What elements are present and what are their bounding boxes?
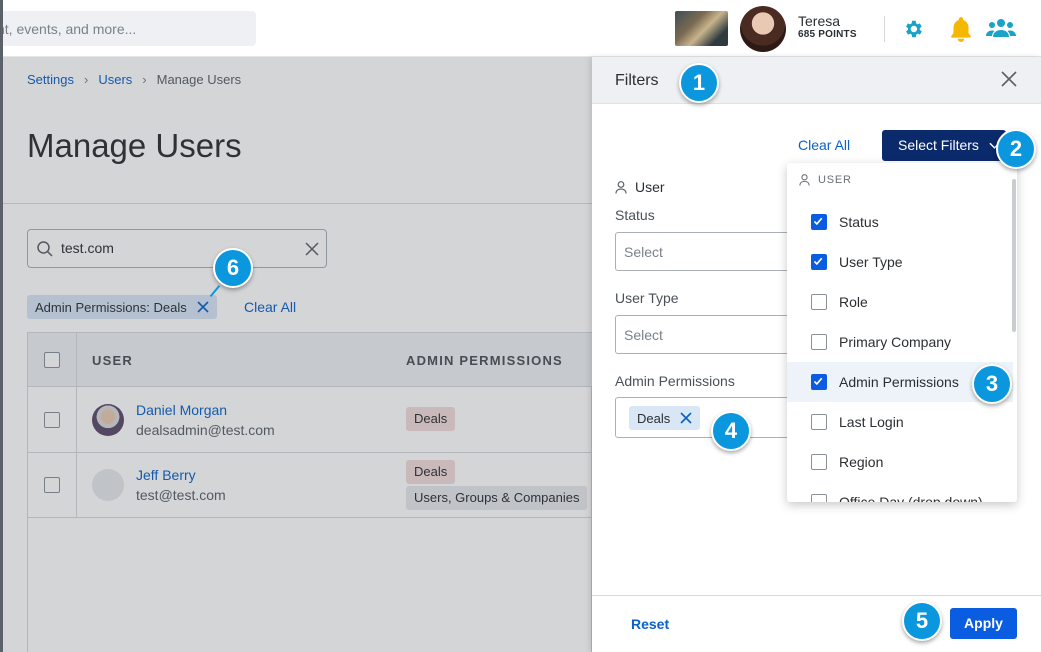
step-badge-5: 5 [902, 601, 942, 641]
filter-option-label: Role [839, 294, 868, 310]
status-select[interactable]: Select [615, 232, 805, 271]
filter-option-checkbox[interactable] [811, 494, 827, 502]
step-badge-3: 3 [972, 364, 1012, 404]
filter-option-checkbox[interactable] [811, 374, 827, 390]
admin-permissions-label: Admin Permissions [615, 373, 735, 389]
filter-option-label: User Type [839, 254, 903, 270]
filter-option-checkbox[interactable] [811, 214, 827, 230]
filter-option[interactable]: Office Day (drop down) [787, 482, 1013, 502]
remove-chip-icon[interactable] [680, 412, 692, 424]
status-placeholder: Select [624, 244, 663, 260]
filter-option-checkbox[interactable] [811, 454, 827, 470]
user-points: 685 POINTS [798, 29, 857, 40]
panel-clear-all-link[interactable]: Clear All [798, 137, 850, 153]
admin-permissions-select[interactable]: Deals [615, 397, 805, 438]
reset-button[interactable]: Reset [631, 616, 669, 632]
filter-option[interactable]: User Type [787, 242, 1013, 282]
user-name[interactable]: Teresa [798, 13, 840, 29]
filter-option-label: Office Day (drop down) [839, 494, 983, 502]
dropdown-scrollbar[interactable] [1012, 179, 1016, 332]
filter-option-checkbox[interactable] [811, 294, 827, 310]
gear-icon[interactable] [902, 18, 924, 40]
step-badge-1: 1 [679, 63, 719, 103]
filter-option[interactable]: Role [787, 282, 1013, 322]
check-icon [813, 217, 823, 226]
top-header: nt, events, and more... Teresa 685 POINT… [0, 0, 1041, 57]
filter-option-checkbox[interactable] [811, 414, 827, 430]
bell-icon[interactable] [948, 15, 974, 43]
section-user-label: User [635, 179, 665, 195]
step-badge-6: 6 [213, 248, 253, 288]
user-type-placeholder: Select [624, 327, 663, 343]
filter-option-label: Region [839, 454, 884, 470]
filters-panel-header: Filters [592, 57, 1041, 104]
step-badge-4: 4 [711, 411, 751, 451]
step-badge-2: 2 [996, 129, 1036, 169]
select-filters-label: Select Filters [898, 137, 979, 153]
filter-option-label: Last Login [839, 414, 904, 430]
filter-option-checkbox[interactable] [811, 334, 827, 350]
check-icon [813, 257, 823, 266]
header-divider [884, 16, 885, 42]
check-icon [813, 377, 823, 386]
select-filters-button[interactable]: Select Filters [882, 130, 1006, 161]
selected-permission-chip: Deals [629, 406, 701, 430]
user-avatar[interactable] [740, 6, 786, 52]
filter-option-label: Primary Company [839, 334, 952, 350]
close-icon[interactable] [1001, 71, 1017, 87]
apply-button-label: Apply [964, 615, 1003, 631]
modal-overlay[interactable] [0, 57, 592, 652]
user-type-select[interactable]: Select [615, 315, 805, 354]
person-icon [799, 174, 810, 186]
apply-button[interactable]: Apply [950, 608, 1017, 639]
filter-option[interactable]: Primary Company [787, 322, 1013, 362]
section-user: User [615, 179, 665, 195]
global-search-input[interactable]: nt, events, and more... [0, 11, 256, 46]
filter-option[interactable]: Status [787, 202, 1013, 242]
user-type-label: User Type [615, 290, 679, 306]
select-filters-dropdown: USER Status User Type Role Primary Company A… [787, 163, 1017, 502]
people-icon[interactable] [986, 17, 1016, 39]
window-edge [0, 0, 3, 652]
status-label: Status [615, 207, 655, 223]
person-icon [615, 180, 627, 194]
filter-option-label: Status [839, 214, 879, 230]
filters-panel-footer: Reset Apply [592, 595, 1041, 652]
featured-image-thumbnail[interactable] [675, 11, 728, 46]
dropdown-section-label: USER [818, 174, 852, 186]
dropdown-section-header: USER [799, 174, 852, 186]
filters-panel-title: Filters [615, 72, 659, 89]
filter-option-checkbox[interactable] [811, 254, 827, 270]
selected-permission-label: Deals [637, 410, 671, 426]
filter-option-label: Admin Permissions [839, 374, 959, 390]
filter-option[interactable]: Last Login [787, 402, 1013, 442]
filter-option[interactable]: Region [787, 442, 1013, 482]
